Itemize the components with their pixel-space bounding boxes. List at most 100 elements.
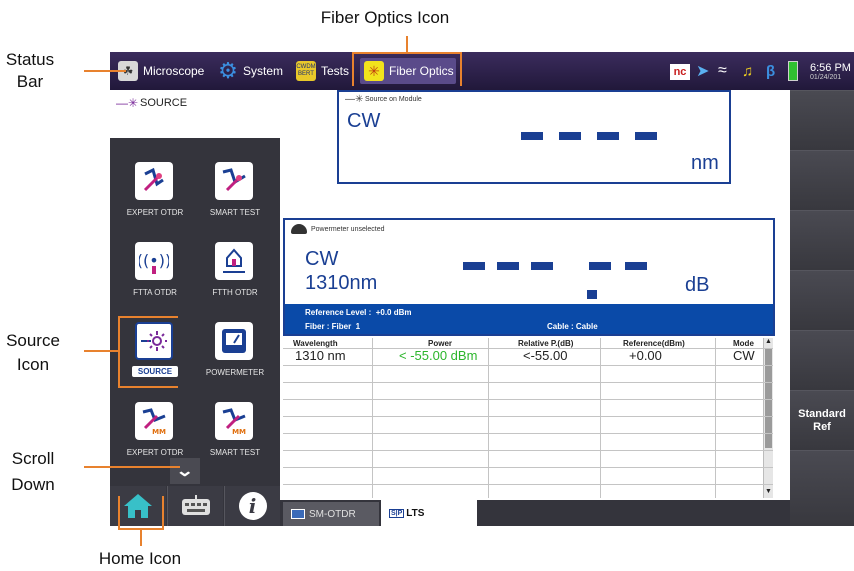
power-dash-3: [531, 262, 553, 270]
scroll-down-button[interactable]: ⌄: [170, 458, 200, 484]
source-unit: nm: [691, 152, 719, 174]
info-icon: i: [238, 492, 267, 520]
table-divider: [283, 450, 773, 451]
tab-system-label: System: [243, 64, 284, 78]
annotation-scroll-down-line2: Down: [11, 475, 55, 494]
tab-system[interactable]: ⚙ System: [218, 58, 283, 84]
app-expert-otdr[interactable]: EXPERT OTDR: [115, 162, 195, 242]
keyboard-icon: [181, 495, 210, 515]
table-scrollbar[interactable]: ▲ ▼: [763, 338, 773, 498]
app-powermeter[interactable]: POWERMETER: [195, 322, 275, 402]
table-column-divider: [600, 338, 601, 498]
table-column-divider: [488, 338, 489, 498]
powermeter-unit: dB: [685, 274, 710, 296]
cell-reference: +0.00: [629, 348, 662, 363]
table-divider: [283, 484, 773, 485]
table-divider: [283, 433, 773, 434]
source-dash-1: [521, 132, 543, 140]
annotation-status-bar-line1: Status: [5, 50, 55, 69]
table-column-divider: [715, 338, 716, 498]
tab-microscope-label: Microscope: [143, 64, 205, 78]
scroll-up-arrow[interactable]: ▲: [765, 338, 772, 345]
app-label: EXPERT OTDR: [126, 448, 184, 457]
table-divider: [283, 348, 773, 349]
powermeter-panel-title: Powermeter unselected: [311, 226, 385, 233]
annotation-line-scroll-down: [84, 466, 180, 468]
annotation-line-source: [84, 350, 118, 352]
clock-date: 01/24/201: [810, 73, 842, 81]
svg-text:MM: MM: [152, 428, 166, 436]
expert-otdr-icon: [135, 162, 173, 200]
table-column-divider: [372, 338, 373, 498]
header-reference: Reference(dBm): [623, 339, 685, 348]
power-dash-5: [625, 262, 647, 270]
bottom-tab-bar: SM-OTDR S|P LTS: [280, 500, 790, 526]
cell-relative-power: <-55.00: [523, 348, 568, 363]
app-label: FTTH OTDR: [212, 288, 258, 297]
results-table: Wavelength Power Relative P.(dB) Referen…: [283, 338, 775, 498]
cell-power: < -55.00 dBm: [399, 348, 478, 363]
annotation-line-home: [140, 530, 142, 546]
soft-key-2[interactable]: [790, 150, 854, 210]
annotation-scroll-down-line1: Scroll: [11, 449, 55, 468]
cell-wavelength: 1310 nm: [295, 348, 346, 363]
clock: 6:56 PM 01/24/201: [810, 55, 854, 87]
reference-info-bar: Reference Level : +0.0 dBm Fiber : Fiber…: [285, 304, 773, 334]
info-button[interactable]: i: [224, 486, 280, 526]
soft-key-7[interactable]: [790, 450, 854, 526]
tab-sm-otdr[interactable]: SM-OTDR: [283, 502, 379, 526]
app-ftth-otdr[interactable]: FTTH OTDR: [195, 242, 275, 322]
sm-otdr-icon: [291, 509, 305, 519]
soft-key-4[interactable]: [790, 270, 854, 330]
power-dash-1: [463, 262, 485, 270]
source-module-title: Source on Module: [365, 96, 422, 103]
standard-ref-button[interactable]: Standard Ref: [790, 390, 854, 450]
header-mode: Mode: [733, 339, 754, 348]
app-label: FTTA OTDR: [133, 288, 177, 297]
tab-tests[interactable]: CWDM BERT Tests: [296, 58, 349, 84]
ftth-otdr-icon: [215, 242, 253, 280]
app-ftta-otdr[interactable]: ((•)) FTTA OTDR: [115, 242, 195, 322]
soft-key-1[interactable]: [790, 90, 854, 150]
smart-test-mm-icon: MM: [215, 402, 253, 440]
table-row[interactable]: 1310 nm < -55.00 dBm <-55.00 +0.00 CW: [283, 348, 775, 364]
table-divider: [283, 365, 773, 366]
annotation-box-source: [118, 316, 178, 388]
app-label: EXPERT OTDR: [126, 208, 184, 217]
scroll-down-arrow[interactable]: ▼: [765, 488, 772, 495]
app-smart-test-mm[interactable]: MM SMART TEST: [195, 402, 275, 482]
annotation-line-fiber-optics: [406, 36, 408, 52]
annotation-box-fiber-optics: [352, 52, 462, 86]
status-bar: ☘ Microscope ⚙ System CWDM BERT Tests ✳ F…: [110, 52, 854, 90]
soft-key-3[interactable]: [790, 210, 854, 270]
annotation-status-bar-line2: Bar: [16, 72, 44, 91]
annotation-source-icon-line2: Icon: [16, 355, 50, 374]
source-dash-2: [559, 132, 581, 140]
powermeter-wavelength: 1310nm: [305, 272, 378, 294]
app-launcher-panel: —✳ SOURCE EXPERT OTDR SMART TEST ((•)) F…: [110, 90, 280, 526]
header-power: Power: [428, 339, 453, 348]
tab-lts[interactable]: S|P LTS: [381, 500, 477, 526]
table-divider: [283, 416, 773, 417]
annotation-source-icon-line1: Source: [6, 331, 60, 350]
cell-mode: CW: [733, 348, 755, 363]
source-header-icon: —✳: [116, 96, 139, 110]
tab-sm-otdr-label: SM-OTDR: [309, 508, 356, 520]
soft-key-5[interactable]: [790, 330, 854, 390]
source-header: —✳ SOURCE: [110, 90, 280, 138]
cable-info: Cable : Cable: [547, 322, 598, 331]
expert-otdr-mm-icon: MM: [135, 402, 173, 440]
bluetooth-icon: β: [766, 62, 776, 80]
tests-icon: CWDM BERT: [296, 61, 316, 81]
tab-microscope[interactable]: ☘ Microscope: [118, 58, 204, 84]
power-dash-2: [497, 262, 519, 270]
keyboard-button[interactable]: [167, 486, 223, 526]
main-content: —✳ Source on Module CW nm Powermeter uns…: [280, 90, 790, 526]
annotation-home-icon: Home Icon: [98, 549, 182, 568]
app-smart-test[interactable]: SMART TEST: [195, 162, 275, 242]
powermeter-panel-icon: [291, 224, 307, 234]
source-module-icon: —✳: [345, 94, 364, 105]
header-relative-power: Relative P.(dB): [518, 339, 574, 348]
power-decimal: [587, 290, 597, 299]
chevron-down-icon: ⌄: [175, 463, 195, 480]
